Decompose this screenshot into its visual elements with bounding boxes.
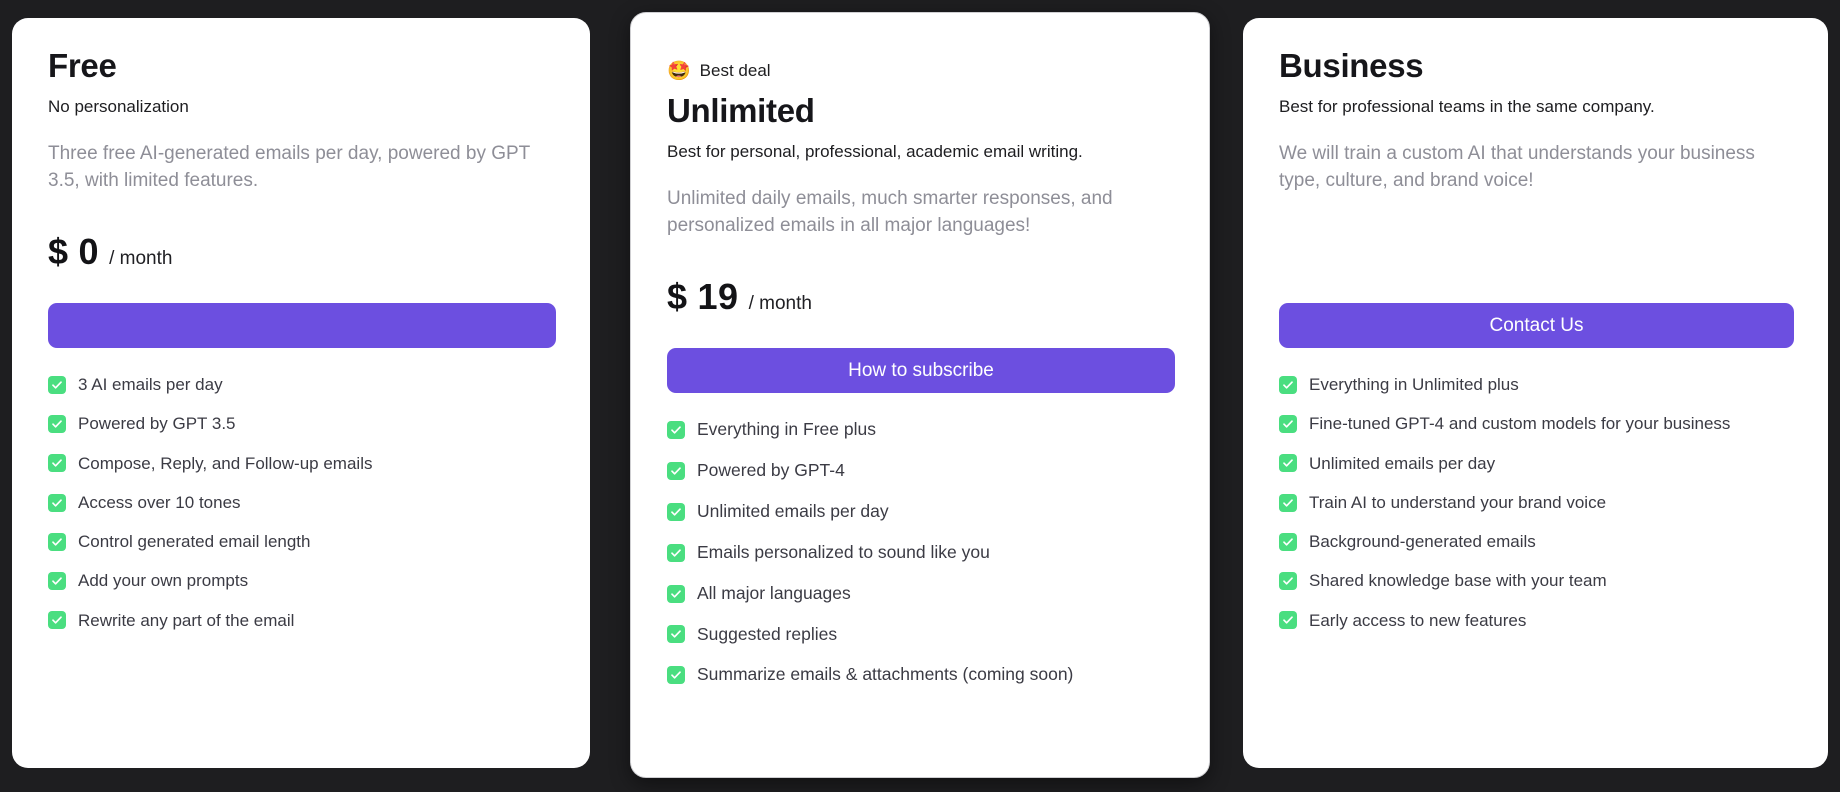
feature-label: Shared knowledge base with your team [1309, 571, 1607, 591]
feature-label: All major languages [697, 582, 851, 603]
feature-label: Powered by GPT 3.5 [78, 414, 236, 434]
feature-label: Everything in Unlimited plus [1309, 375, 1519, 395]
list-item: Everything in Unlimited plus [1279, 374, 1794, 395]
price-row-free: $ 0 / month [48, 231, 556, 277]
check-icon [1279, 493, 1297, 512]
check-icon [667, 421, 685, 440]
cta-button-business[interactable]: Contact Us [1279, 303, 1794, 349]
feature-label: Add your own prompts [78, 571, 249, 591]
plan-name-unlimited: Unlimited [667, 92, 815, 129]
cta-button-unlimited[interactable]: How to subscribe [667, 348, 1175, 394]
check-icon [667, 502, 685, 521]
pricing-card-unlimited: 🤩 Best deal Unlimited Best for personal,… [630, 12, 1210, 778]
feature-label: Unlimited emails per day [1309, 453, 1496, 473]
plan-name-business: Business [1279, 47, 1424, 84]
feature-label: Unlimited emails per day [697, 500, 889, 521]
plan-description-business: We will train a custom AI that understan… [1279, 143, 1755, 192]
feature-label: Rewrite any part of the email [78, 610, 295, 630]
feature-label: Fine-tuned GPT-4 and custom models for y… [1309, 414, 1731, 434]
price-amount-free: 0 [78, 231, 100, 273]
price-period-unlimited: / month [748, 293, 812, 315]
feature-label: Train AI to understand your brand voice [1309, 492, 1607, 512]
check-icon [48, 611, 66, 630]
feature-list-business: Everything in Unlimited plus Fine-tuned … [1279, 374, 1794, 631]
list-item: Unlimited emails per day [667, 501, 1175, 523]
check-icon [1279, 415, 1297, 434]
list-item: Fine-tuned GPT-4 and custom models for y… [1279, 413, 1794, 434]
list-item: Rewrite any part of the email [48, 610, 556, 631]
plan-tagline-unlimited: Best for personal, professional, academi… [667, 142, 1083, 162]
check-icon [48, 493, 66, 512]
pricing-card-free: Free No personalization Three free AI-ge… [12, 18, 590, 768]
price-row-unlimited: $ 19 / month [667, 276, 1175, 322]
pricing-card-business: Business Best for professional teams in … [1243, 18, 1828, 768]
feature-label: 3 AI emails per day [78, 375, 223, 395]
star-struck-emoji-icon: 🤩 [667, 60, 691, 82]
list-item: Compose, Reply, and Follow-up emails [48, 453, 556, 474]
check-icon [1279, 572, 1297, 591]
feature-label: Summarize emails & attachments (coming s… [697, 664, 1074, 685]
feature-list-free: 3 AI emails per day Powered by GPT 3.5 C… [48, 374, 556, 631]
plan-description-free: Three free AI-generated emails per day, … [48, 143, 530, 192]
price-currency-unlimited: $ [667, 276, 688, 318]
list-item: Powered by GPT 3.5 [48, 413, 556, 434]
list-item: Everything in Free plus [667, 419, 1175, 441]
feature-list-unlimited: Everything in Free plus Powered by GPT-4… [667, 419, 1175, 686]
feature-label: Compose, Reply, and Follow-up emails [78, 453, 373, 473]
list-item: Emails personalized to sound like you [667, 542, 1175, 564]
check-icon [48, 572, 66, 591]
check-icon [667, 461, 685, 480]
list-item: 3 AI emails per day [48, 374, 556, 395]
feature-label: Early access to new features [1309, 610, 1527, 630]
check-icon [1279, 532, 1297, 551]
pricing-plans-board: Free No personalization Three free AI-ge… [0, 0, 1840, 792]
check-icon [48, 375, 66, 394]
list-item: Add your own prompts [48, 570, 556, 591]
price-currency-free: $ [48, 231, 69, 273]
list-item: Train AI to understand your brand voice [1279, 492, 1794, 513]
feature-label: Background-generated emails [1309, 532, 1536, 552]
list-item: Summarize emails & attachments (coming s… [667, 664, 1175, 686]
best-deal-badge-label: Best deal [699, 61, 771, 80]
plan-tagline-business: Best for professional teams in the same … [1279, 97, 1655, 117]
plan-name-free: Free [48, 47, 117, 84]
check-icon [1279, 611, 1297, 630]
list-item: Shared knowledge base with your team [1279, 570, 1794, 591]
feature-label: Everything in Free plus [697, 419, 876, 440]
price-amount-unlimited: 19 [697, 276, 739, 318]
feature-label: Access over 10 tones [78, 492, 241, 512]
feature-label: Powered by GPT-4 [697, 460, 845, 481]
plan-tagline-free: No personalization [48, 97, 189, 117]
check-icon [1279, 375, 1297, 394]
check-icon [1279, 454, 1297, 473]
check-icon [667, 625, 685, 644]
feature-label: Suggested replies [697, 623, 838, 644]
list-item: All major languages [667, 583, 1175, 605]
check-icon [667, 666, 685, 685]
price-row-business [1279, 231, 1794, 277]
check-icon [667, 543, 685, 562]
feature-label: Emails personalized to sound like you [697, 541, 990, 562]
best-deal-badge: 🤩 Best deal [667, 61, 771, 81]
feature-label: Control generated email length [78, 532, 311, 552]
price-period-free: / month [109, 248, 173, 270]
check-icon [48, 532, 66, 551]
list-item: Powered by GPT-4 [667, 460, 1175, 482]
list-item: Early access to new features [1279, 610, 1794, 631]
plan-description-unlimited: Unlimited daily emails, much smarter res… [667, 188, 1113, 237]
list-item: Access over 10 tones [48, 492, 556, 513]
list-item: Suggested replies [667, 624, 1175, 646]
list-item: Unlimited emails per day [1279, 453, 1794, 474]
list-item: Control generated email length [48, 531, 556, 552]
cta-button-free[interactable] [48, 303, 556, 349]
check-icon [48, 415, 66, 434]
check-icon [667, 584, 685, 603]
check-icon [48, 454, 66, 473]
list-item: Background-generated emails [1279, 531, 1794, 552]
